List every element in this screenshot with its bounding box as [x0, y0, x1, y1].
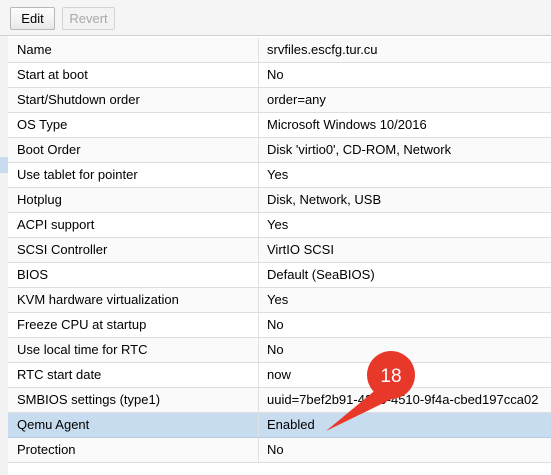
- option-key: BIOS: [17, 267, 49, 282]
- option-value: No: [267, 317, 284, 332]
- option-key: Use local time for RTC: [17, 342, 148, 357]
- column-divider: [258, 188, 259, 212]
- column-divider: [258, 63, 259, 87]
- column-divider: [258, 38, 259, 62]
- option-row[interactable]: Start/Shutdown order order=any: [8, 88, 551, 113]
- left-selection-marker: [0, 157, 8, 173]
- options-toolbar: Edit Revert: [0, 0, 551, 36]
- option-key: Start at boot: [17, 67, 88, 82]
- option-value: Yes: [267, 217, 289, 232]
- option-key: KVM hardware virtualization: [17, 292, 179, 307]
- column-divider: [258, 88, 259, 112]
- option-row[interactable]: Boot Order Disk 'virtio0', CD-ROM, Networ…: [8, 138, 551, 163]
- option-row[interactable]: Hotplug Disk, Network, USB: [8, 188, 551, 213]
- option-row[interactable]: Freeze CPU at startup No: [8, 313, 551, 338]
- option-row[interactable]: Name srvfiles.escfg.tur.cu: [8, 38, 551, 63]
- option-row[interactable]: OS Type Microsoft Windows 10/2016: [8, 113, 551, 138]
- options-grid: Name srvfiles.escfg.tur.cu Start at boot No…: [8, 38, 551, 463]
- option-value: Yes: [267, 292, 289, 307]
- column-divider: [258, 138, 259, 162]
- option-value: order=any: [267, 92, 326, 107]
- option-row[interactable]: RTC start date now: [8, 363, 551, 388]
- column-divider: [258, 213, 259, 237]
- column-divider: [258, 413, 259, 437]
- left-panel-edge: [0, 36, 8, 475]
- column-divider: [258, 163, 259, 187]
- option-key: Start/Shutdown order: [17, 92, 140, 107]
- option-key: OS Type: [17, 117, 68, 132]
- option-key: ACPI support: [17, 217, 95, 232]
- option-key: SMBIOS settings (type1): [17, 392, 161, 407]
- option-value: No: [267, 342, 284, 357]
- column-divider: [258, 113, 259, 137]
- option-key: Hotplug: [17, 192, 62, 207]
- option-value: Disk, Network, USB: [267, 192, 382, 207]
- option-value: srvfiles.escfg.tur.cu: [267, 42, 378, 57]
- column-divider: [258, 388, 259, 412]
- option-row[interactable]: Use local time for RTC No: [8, 338, 551, 363]
- option-row[interactable]: KVM hardware virtualization Yes: [8, 288, 551, 313]
- option-value: Default (SeaBIOS): [267, 267, 375, 282]
- option-key: Name: [17, 42, 52, 57]
- option-row[interactable]: SMBIOS settings (type1) uuid=7bef2b91-420…: [8, 388, 551, 413]
- option-value: VirtIO SCSI: [267, 242, 334, 257]
- option-key: Protection: [17, 442, 76, 457]
- column-divider: [258, 238, 259, 262]
- option-row[interactable]: Start at boot No: [8, 63, 551, 88]
- option-row[interactable]: Protection No: [8, 438, 551, 463]
- option-key: Use tablet for pointer: [17, 167, 138, 182]
- option-key: SCSI Controller: [17, 242, 108, 257]
- option-row[interactable]: ACPI support Yes: [8, 213, 551, 238]
- option-row[interactable]: SCSI Controller VirtIO SCSI: [8, 238, 551, 263]
- option-key: RTC start date: [17, 367, 102, 382]
- option-value: Enabled: [267, 417, 315, 432]
- option-value: now: [267, 367, 291, 382]
- column-divider: [258, 288, 259, 312]
- option-value: uuid=7bef2b91-4200-4510-9f4a-cbed197cca0…: [267, 392, 539, 407]
- option-value: Disk 'virtio0', CD-ROM, Network: [267, 142, 452, 157]
- option-key: Boot Order: [17, 142, 81, 157]
- option-row[interactable]: Qemu Agent Enabled: [8, 413, 551, 438]
- option-row[interactable]: BIOS Default (SeaBIOS): [8, 263, 551, 288]
- revert-button[interactable]: Revert: [62, 7, 115, 30]
- option-value: No: [267, 67, 284, 82]
- option-value: No: [267, 442, 284, 457]
- column-divider: [258, 338, 259, 362]
- option-value: Microsoft Windows 10/2016: [267, 117, 427, 132]
- option-key: Freeze CPU at startup: [17, 317, 147, 332]
- edit-button[interactable]: Edit: [10, 7, 55, 30]
- column-divider: [258, 263, 259, 287]
- column-divider: [258, 438, 259, 462]
- option-key: Qemu Agent: [17, 417, 90, 432]
- option-value: Yes: [267, 167, 289, 182]
- option-row[interactable]: Use tablet for pointer Yes: [8, 163, 551, 188]
- column-divider: [258, 363, 259, 387]
- column-divider: [258, 313, 259, 337]
